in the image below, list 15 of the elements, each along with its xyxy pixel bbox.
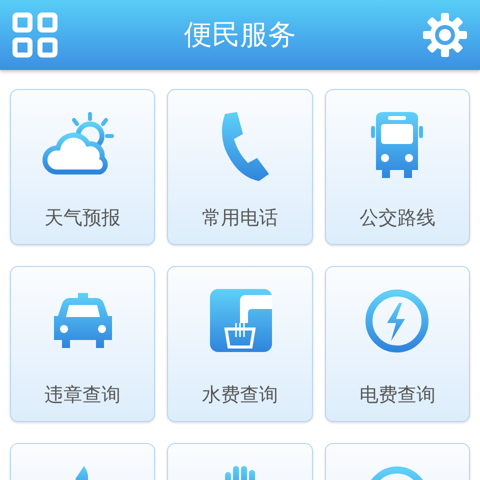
service-tile[interactable]: 公交路线 [324,89,470,245]
service-tile[interactable]: 天气预报 [10,89,156,245]
grid-menu-icon[interactable] [12,12,58,58]
settings-icon[interactable] [422,12,468,58]
service-tile[interactable]: 电费查询 [324,266,470,422]
tile-label: 电费查询 [359,383,436,408]
tile-label: 常用电话 [202,206,278,231]
tile-label: 违章查询 [44,383,121,408]
service-tile[interactable]: 违章查询 [10,266,156,422]
service-tile[interactable]: 水费查询 [167,266,313,422]
header-title: 便民服务 [184,17,296,53]
tile-label: 天气预报 [44,206,121,231]
service-tile[interactable]: 常用电话 [167,89,313,245]
tile-label: 水费查询 [202,383,278,408]
tile-label: 公交路线 [359,206,436,231]
